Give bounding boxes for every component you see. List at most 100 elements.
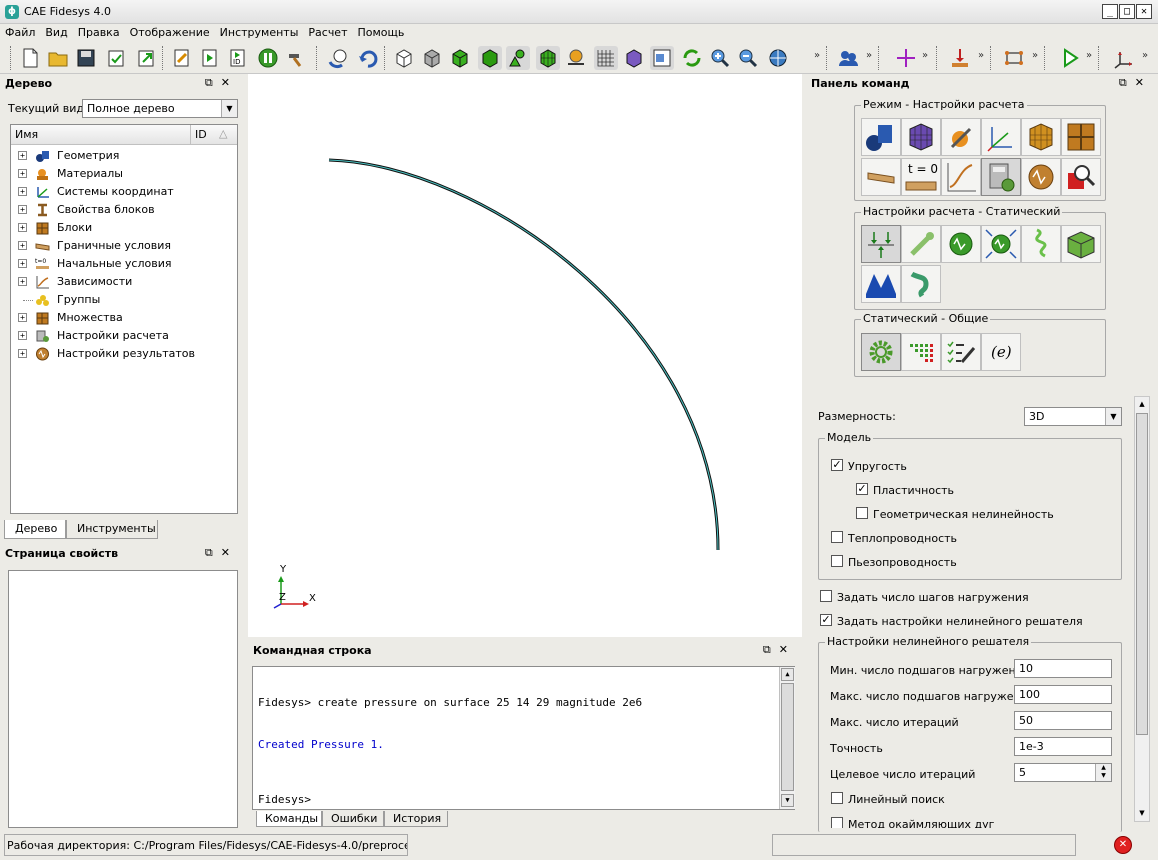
axes-icon[interactable] [1112,46,1136,70]
loads-button[interactable] [861,225,901,263]
set-load-steps-checkbox[interactable] [820,590,832,602]
expand-icon[interactable]: + [18,205,27,214]
gray-cube-icon[interactable] [420,46,444,70]
scroll-up-icon[interactable]: ▲ [781,668,794,681]
run-script-icon[interactable] [198,46,222,70]
edit-script-icon[interactable] [170,46,194,70]
mesh-cube-icon[interactable] [536,46,560,70]
max-substeps-input[interactable]: 100 [1014,685,1112,704]
wireframe-cube-icon[interactable] [392,46,416,70]
users-icon[interactable] [836,46,860,70]
close-panel-icon[interactable]: ✕ [1135,76,1152,89]
menu-view[interactable]: Вид [40,24,72,41]
toolbar-overflow-icon[interactable]: » [1032,50,1038,61]
tools-mode-button[interactable] [941,118,981,156]
automechanics-button[interactable] [861,265,901,303]
tree-item-result-settings[interactable]: + Настройки результатов [11,345,237,363]
geometry-mode-button[interactable] [861,118,901,156]
toolbar-overflow-icon[interactable]: » [978,50,984,61]
globe-icon[interactable] [766,46,790,70]
scroll-up-icon[interactable]: ▲ [1136,398,1148,411]
expand-icon[interactable]: + [18,259,27,268]
hammer-icon[interactable] [284,46,308,70]
float-panel-icon[interactable]: ⧉ [1119,76,1135,89]
output-settings-button[interactable] [901,333,941,371]
inspect-mode-button[interactable] [1061,158,1101,196]
command-output[interactable]: Fidesys> create pressure on surface 25 1… [252,666,795,810]
modal-button[interactable] [981,225,1021,263]
solid-button[interactable] [1061,225,1101,263]
tab-tree[interactable]: Дерево [4,520,66,539]
line-search-checkbox[interactable] [831,792,843,804]
tab-errors[interactable]: Ошибки [322,811,384,827]
play-icon[interactable] [1058,46,1082,70]
undo-history-icon[interactable] [326,46,350,70]
toolbar-overflow-icon[interactable]: » [922,50,928,61]
target-iterations-input[interactable]: 5 ▲ ▼ [1014,763,1112,782]
close-panel-icon[interactable]: ✕ [221,76,238,89]
tab-history[interactable]: История [384,811,448,827]
solver-settings-button[interactable] [941,333,981,371]
green-cube-icon[interactable] [448,46,472,70]
dimension-select[interactable]: 3D ▼ [1024,407,1122,426]
purple-cube-icon[interactable] [622,46,646,70]
general-settings-button[interactable] [861,333,901,371]
crosshair-icon[interactable] [894,46,918,70]
tree-item-block-props[interactable]: + Свойства блоков [11,201,237,219]
run-id-icon[interactable]: ID [226,46,250,70]
tools-sphere-icon[interactable] [564,46,588,70]
menu-calc[interactable]: Расчет [303,24,352,41]
expand-icon[interactable]: + [18,313,27,322]
menu-tools[interactable]: Инструменты [215,24,304,41]
new-file-icon[interactable] [18,46,42,70]
heat-conduction-checkbox[interactable] [831,531,843,543]
expression-button[interactable]: (e) [981,333,1021,371]
scroll-thumb[interactable] [781,683,794,791]
shapes-icon[interactable] [506,46,530,70]
maximize-button[interactable]: □ [1119,4,1135,19]
toolbar-overflow-icon[interactable]: » [814,50,820,61]
accuracy-input[interactable]: 1e-3 [1014,737,1112,756]
expand-icon[interactable]: + [18,331,27,340]
stop-icon[interactable]: ✕ [1114,836,1132,854]
expand-icon[interactable]: + [18,241,27,250]
toolbar-overflow-icon[interactable]: » [866,50,872,61]
results-mode-button[interactable] [1021,158,1061,196]
tree-view[interactable]: Имя ID △ + Геометрия + Материалы + Системы … [10,124,238,514]
sets-mode-button[interactable] [1061,118,1101,156]
menu-help[interactable]: Помощь [353,24,410,41]
tree-item-materials[interactable]: + Материалы [11,165,237,183]
expand-icon[interactable]: + [18,169,27,178]
scroll-thumb[interactable] [1136,413,1148,735]
tree-item-initial-cond[interactable]: + t=0 Начальные условия [11,255,237,273]
close-panel-icon[interactable]: ✕ [779,643,796,656]
tree-item-blocks[interactable]: + Блоки [11,219,237,237]
export-icon[interactable] [134,46,158,70]
geom-nonlinearity-checkbox[interactable] [856,507,868,519]
bc-mode-button[interactable] [861,158,901,196]
window-layout-icon[interactable] [650,46,674,70]
calc-settings-mode-button[interactable] [981,158,1021,196]
tab-commands[interactable]: Команды [256,811,322,827]
min-substeps-input[interactable]: 10 [1014,659,1112,678]
dynamics-button[interactable] [941,225,981,263]
tree-item-coord-systems[interactable]: + Системы координат [11,183,237,201]
blocks-mode-button[interactable] [1021,118,1061,156]
tab-tools[interactable]: Инструменты [66,520,158,539]
toolbar-overflow-icon[interactable]: » [1086,50,1092,61]
tree-item-groups[interactable]: Группы [11,291,237,309]
expand-icon[interactable]: + [18,187,27,196]
toolbar-overflow-icon[interactable]: » [1142,50,1148,61]
scroll-down-icon[interactable]: ▼ [781,794,794,807]
col-id-header[interactable]: ID [195,128,207,141]
scroll-down-icon[interactable]: ▼ [1136,807,1148,820]
close-button[interactable]: ✕ [1136,4,1152,19]
tree-item-boundary-cond[interactable]: + Граничные условия [11,237,237,255]
open-folder-icon[interactable] [46,46,70,70]
expand-icon[interactable]: + [18,349,27,358]
menu-edit[interactable]: Правка [73,24,125,41]
expand-icon[interactable]: + [18,223,27,232]
minimize-button[interactable]: _ [1102,4,1118,19]
tree-item-dependencies[interactable]: + Зависимости [11,273,237,291]
tree-item-geometry[interactable]: + Геометрия [11,147,237,165]
